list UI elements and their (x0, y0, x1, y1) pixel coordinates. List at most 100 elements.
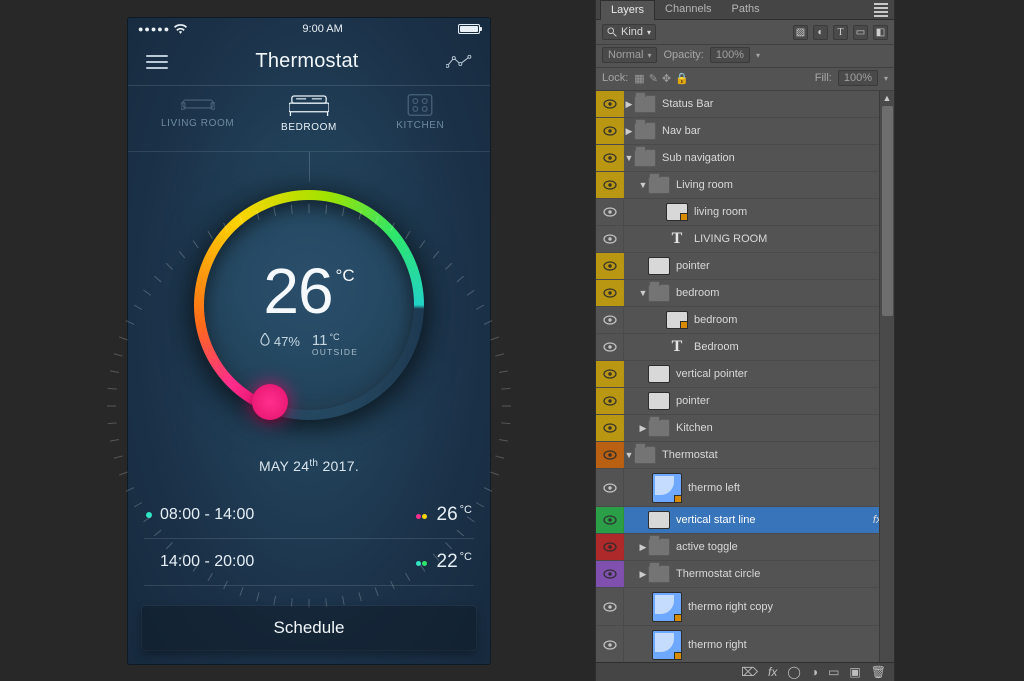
visibility-icon[interactable] (603, 180, 617, 190)
layer-row[interactable]: ▼Living room (596, 172, 894, 199)
graph-icon[interactable] (446, 54, 472, 70)
visibility-icon[interactable] (603, 640, 617, 650)
expand-arrow-icon[interactable]: ▼ (638, 288, 648, 298)
layer-row[interactable]: ▶Nav bar (596, 118, 894, 145)
visibility-icon[interactable] (603, 261, 617, 271)
expand-arrow-icon[interactable]: ▼ (624, 153, 634, 163)
visibility-icon[interactable] (603, 369, 617, 379)
layer-thumb (648, 365, 670, 383)
visibility-icon[interactable] (603, 153, 617, 163)
shape-layer-icon (652, 630, 682, 660)
expand-arrow-icon[interactable]: ▶ (638, 569, 648, 580)
thermostat-dial[interactable]: 26 °C 47% 11°C OUTSIDE (194, 190, 424, 420)
room-tab-bedroom[interactable]: BEDROOM (253, 94, 364, 133)
visibility-icon[interactable] (603, 126, 617, 136)
expand-arrow-icon[interactable]: ▶ (624, 99, 634, 110)
visibility-icon[interactable] (603, 569, 617, 579)
filter-shape-icon[interactable]: ▭ (853, 25, 868, 40)
visibility-icon[interactable] (603, 342, 617, 352)
layer-row[interactable]: ▶Kitchen (596, 415, 894, 442)
scrollbar-thumb[interactable] (882, 106, 893, 316)
layer-thumb (648, 257, 670, 275)
folder-icon (648, 565, 670, 583)
filter-kind-dropdown[interactable]: Kind ▾ (602, 24, 656, 40)
visibility-icon[interactable] (603, 234, 617, 244)
layer-row[interactable]: ▶Status Bar (596, 91, 894, 118)
layer-row[interactable]: TLIVING ROOM (596, 226, 894, 253)
sub-navigation: LIVING ROOM BEDROOM KITCHEN (128, 86, 490, 152)
layer-row[interactable]: pointer (596, 253, 894, 280)
color-dots-icon (415, 506, 427, 524)
room-tab-kitchen[interactable]: KITCHEN (365, 94, 476, 131)
expand-arrow-icon[interactable]: ▼ (638, 180, 648, 190)
mask-icon[interactable]: ◯ (787, 665, 800, 679)
filter-type-icon[interactable]: T (833, 25, 848, 40)
humidity-value: 47% (274, 334, 300, 349)
new-layer-icon[interactable]: ▣ (849, 665, 860, 679)
blend-mode-dropdown[interactable]: Normal▾ (602, 47, 657, 63)
fill-value[interactable]: 100% (838, 70, 878, 86)
layer-row[interactable]: ▼Sub navigation (596, 145, 894, 172)
panel-menu-icon[interactable] (868, 1, 894, 19)
visibility-icon[interactable] (603, 207, 617, 217)
date-label: MAY 24th 2017. (128, 458, 490, 474)
layer-thumb (648, 392, 670, 410)
folder-icon (634, 446, 656, 464)
visibility-icon[interactable] (603, 423, 617, 433)
schedule-row[interactable]: 08:00 - 14:00 26°C (144, 492, 474, 539)
layer-row[interactable]: TBedroom (596, 334, 894, 361)
fx-menu-icon[interactable]: fx (768, 665, 777, 679)
lock-position-icon[interactable]: ✥ (662, 72, 671, 85)
scroll-up-icon[interactable]: ▲ (883, 91, 892, 105)
expand-arrow-icon[interactable]: ▶ (624, 126, 634, 137)
adjustment-icon[interactable]: ◑ (811, 665, 818, 679)
layer-row[interactable]: ▼bedroom (596, 280, 894, 307)
room-tab-living-room[interactable]: LIVING ROOM (142, 94, 253, 129)
layer-row[interactable]: thermo left (596, 469, 894, 507)
type-layer-icon: T (666, 230, 688, 248)
visibility-icon[interactable] (603, 288, 617, 298)
layer-row[interactable]: ▶Thermostat circle (596, 561, 894, 588)
scrollbar[interactable]: ▲ (879, 91, 894, 662)
layer-row[interactable]: ▼Thermostat (596, 442, 894, 469)
lock-transparency-icon[interactable]: ▦ (634, 72, 644, 85)
lock-pixels-icon[interactable]: ✎ (649, 72, 658, 85)
lock-all-icon[interactable]: 🔒 (675, 72, 689, 85)
layer-row[interactable]: pointer (596, 388, 894, 415)
folder-icon (634, 95, 656, 113)
visibility-icon[interactable] (603, 515, 617, 525)
tab-layers[interactable]: Layers (600, 0, 655, 20)
wifi-icon (174, 24, 187, 34)
tab-paths[interactable]: Paths (722, 0, 770, 19)
opacity-value[interactable]: 100% (710, 47, 750, 63)
link-layers-icon[interactable]: ⌦ (741, 665, 758, 679)
hamburger-icon[interactable] (146, 55, 168, 69)
layer-row[interactable]: thermo right copy (596, 588, 894, 626)
new-group-icon[interactable]: ▭ (828, 665, 839, 679)
shape-layer-icon (652, 473, 682, 503)
layer-row[interactable]: thermo right (596, 626, 894, 662)
nav-bar: Thermostat (128, 38, 490, 86)
visibility-icon[interactable] (603, 396, 617, 406)
visibility-icon[interactable] (603, 315, 617, 325)
layer-row[interactable]: vertical pointer (596, 361, 894, 388)
tab-channels[interactable]: Channels (655, 0, 721, 19)
expand-arrow-icon[interactable]: ▼ (624, 450, 634, 460)
expand-arrow-icon[interactable]: ▶ (638, 542, 648, 553)
layer-row[interactable]: bedroom (596, 307, 894, 334)
schedule-sticky-button[interactable]: Schedule (142, 606, 476, 650)
visibility-icon[interactable] (603, 542, 617, 552)
schedule-row[interactable]: 14:00 - 20:00 22°C (144, 539, 474, 586)
expand-arrow-icon[interactable]: ▶ (638, 423, 648, 434)
delete-layer-icon[interactable]: 🗑 (871, 665, 886, 679)
visibility-icon[interactable] (603, 450, 617, 460)
visibility-icon[interactable] (603, 602, 617, 612)
filter-smart-icon[interactable]: ◧ (873, 25, 888, 40)
filter-pixel-icon[interactable]: ▧ (793, 25, 808, 40)
visibility-icon[interactable] (603, 99, 617, 109)
layer-row[interactable]: vertical start linefx▾ (596, 507, 894, 534)
layer-row[interactable]: living room (596, 199, 894, 226)
visibility-icon[interactable] (603, 483, 617, 493)
layer-row[interactable]: ▶active toggle (596, 534, 894, 561)
filter-adjust-icon[interactable]: ◐ (813, 25, 828, 40)
